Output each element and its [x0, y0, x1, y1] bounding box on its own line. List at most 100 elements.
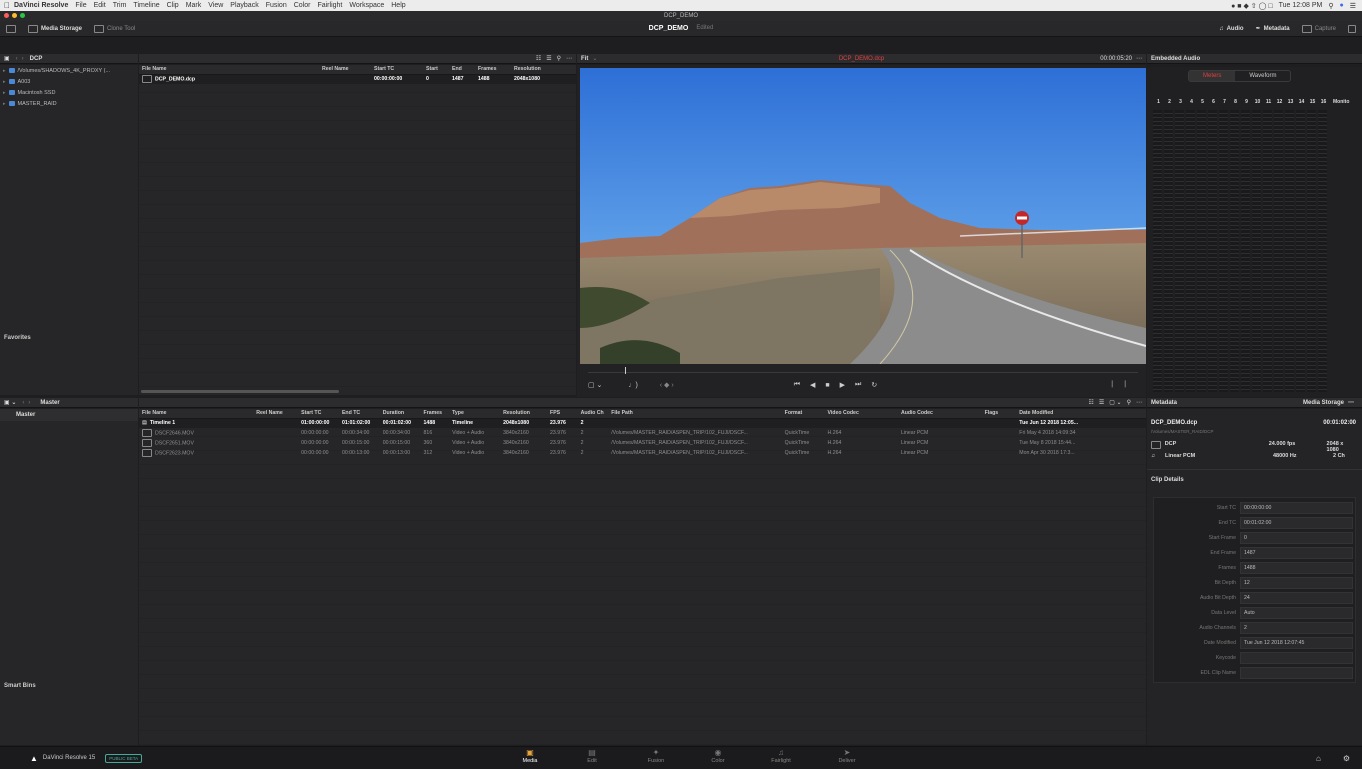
menu-edit[interactable]: Edit — [94, 2, 106, 9]
zoom-window-button[interactable] — [20, 13, 25, 18]
column-header[interactable]: File Name — [139, 65, 319, 75]
menu-playback[interactable]: Playback — [230, 2, 258, 9]
play-button[interactable]: ▶ — [840, 381, 845, 389]
detail-field[interactable] — [1240, 651, 1353, 664]
menu-trim[interactable]: Trim — [113, 2, 127, 9]
volume-item[interactable]: ▸ Macintosh SSD — [0, 87, 138, 98]
close-window-button[interactable] — [4, 13, 9, 18]
page-color-button[interactable]: ◉ Color — [698, 748, 738, 764]
zoom-dropdown[interactable]: Fit — [581, 56, 588, 62]
forward-arrow-icon[interactable]: › — [22, 56, 24, 62]
pool-clip-row[interactable]: DSCF2646.MOV 00:00:00:00 00:00:34:00 00:00… — [139, 428, 1146, 438]
detail-field[interactable] — [1240, 666, 1353, 679]
menu-fusion[interactable]: Fusion — [266, 2, 287, 9]
home-icon[interactable]: ⌂ — [1316, 754, 1321, 763]
detail-field[interactable]: 1487 — [1240, 546, 1353, 559]
pool-clip-row[interactable]: DSCF2623.MOV 00:00:00:00 00:00:13:00 00:00… — [139, 448, 1146, 458]
notification-center-icon[interactable]: ☰ — [1350, 2, 1356, 10]
thumbnail-view-icon[interactable]: ☷ — [536, 55, 541, 62]
menu-clip[interactable]: Clip — [167, 2, 179, 9]
bin-list-toggle-icon[interactable]: ▣ ⌄ — [4, 399, 16, 406]
volume-item[interactable]: ▸ A003 — [0, 76, 138, 87]
volume-icon[interactable]: ♩) — [628, 382, 637, 389]
settings-gear-icon[interactable]: ⚙ — [1343, 754, 1350, 763]
pool-clip-row[interactable]: DSCF2651.MOV 00:00:00:00 00:00:15:00 00:00… — [139, 438, 1146, 448]
tab-waveform[interactable]: Waveform — [1235, 71, 1290, 81]
detail-field[interactable]: 2 — [1240, 621, 1353, 634]
media-storage-button[interactable]: Media Storage — [22, 24, 88, 33]
page-media-button[interactable]: ▣ Media — [510, 748, 550, 764]
forward-arrow-icon[interactable]: › — [28, 400, 30, 406]
column-header[interactable]: Resolution — [511, 65, 576, 75]
detail-field[interactable]: 0 — [1240, 531, 1353, 544]
column-header[interactable]: Video Codec — [824, 409, 898, 419]
column-header[interactable]: Audio Ch — [577, 409, 609, 419]
column-header[interactable]: Reel Name — [253, 409, 299, 419]
column-header[interactable]: Date Modified — [1016, 409, 1146, 419]
column-header[interactable]: Flags — [981, 409, 1017, 419]
detail-field[interactable]: 12 — [1240, 576, 1353, 589]
column-header[interactable]: Format — [781, 409, 825, 419]
mark-out-button[interactable]: ⎸ — [1125, 381, 1132, 389]
detail-field[interactable]: Tue Jun 12 2018 12:07:45 — [1240, 636, 1353, 649]
menu-mark[interactable]: Mark — [186, 2, 202, 9]
menu-file[interactable]: File — [75, 2, 86, 9]
horizontal-scrollbar[interactable] — [141, 390, 339, 393]
play-reverse-button[interactable]: ◀ — [810, 381, 815, 389]
panel-toggle-icon[interactable] — [0, 24, 22, 33]
thumbnail-view-icon[interactable]: ☷ — [1088, 399, 1093, 406]
detail-field[interactable]: 1488 — [1240, 561, 1353, 574]
menu-clock[interactable]: Tue 12:08 PM — [1279, 2, 1323, 9]
bin-item-master[interactable]: Master — [0, 409, 138, 421]
menu-help[interactable]: Help — [391, 2, 405, 9]
detail-field[interactable]: 00:00:00:00 — [1240, 501, 1353, 514]
sidebar-toggle-icon[interactable]: ▣ — [4, 55, 10, 62]
chevron-down-icon[interactable]: ⌄ — [592, 55, 597, 62]
column-header[interactable]: FPS — [547, 409, 578, 419]
menu-view[interactable]: View — [208, 2, 223, 9]
jog-icon[interactable]: ‹ ◆ › — [660, 381, 674, 389]
menu-workspace[interactable]: Workspace — [349, 2, 384, 9]
list-view-icon[interactable]: ☰ — [1099, 399, 1104, 406]
menu-app-name[interactable]: DaVinci Resolve — [14, 2, 68, 9]
metadata-panel-button[interactable]: ✒ Metadata — [1250, 25, 1296, 33]
column-header[interactable]: Resolution — [500, 409, 548, 419]
column-header[interactable]: File Path — [608, 409, 782, 419]
viewer-frame[interactable] — [580, 68, 1146, 364]
page-deliver-button[interactable]: ➤ Deliver — [827, 748, 867, 764]
column-header[interactable]: Frames — [420, 409, 450, 419]
column-header[interactable]: Start — [423, 65, 449, 75]
column-header[interactable]: Type — [449, 409, 501, 419]
viewer-scrubber[interactable] — [588, 372, 1138, 373]
detail-field[interactable]: 00:01:02:00 — [1240, 516, 1353, 529]
detail-field[interactable]: 24 — [1240, 591, 1353, 604]
menu-color[interactable]: Color — [294, 2, 311, 9]
viewer-options-icon[interactable]: ⋯ — [1136, 55, 1142, 62]
metadata-options-icon[interactable]: ⋯ — [1348, 399, 1354, 406]
back-arrow-icon[interactable]: ‹ — [16, 56, 18, 62]
viewer-mode-icon[interactable]: ▢ ⌄ — [588, 381, 602, 389]
page-fusion-button[interactable]: ✦ Fusion — [636, 748, 676, 764]
more-options-icon[interactable]: ⋯ — [566, 55, 572, 62]
detail-field[interactable]: Auto — [1240, 606, 1353, 619]
column-header[interactable]: End TC — [338, 409, 380, 419]
stop-button[interactable]: ■ — [825, 382, 829, 389]
clone-tool-button[interactable]: Clone Tool — [88, 24, 141, 33]
mark-in-button[interactable]: ⎸ — [1112, 381, 1119, 389]
sort-icon[interactable]: ▢ ⌄ — [1109, 399, 1121, 406]
siri-icon[interactable]: ● — [1339, 2, 1343, 9]
viewer-playhead[interactable] — [625, 367, 626, 374]
column-header[interactable]: Start TC — [298, 409, 339, 419]
spotlight-icon[interactable]: ⚲ — [1328, 2, 1333, 10]
go-to-start-button[interactable]: ⏮ — [794, 381, 800, 389]
pool-clip-row[interactable]: ▤ Timeline 1 01:00:00:00 01:01:02:00 00:01:… — [139, 418, 1146, 428]
search-icon[interactable]: ⚲ — [1127, 399, 1131, 406]
audio-panel-button[interactable]: ♫ Audio — [1213, 26, 1250, 32]
page-edit-button[interactable]: ▤ Edit — [572, 748, 612, 764]
volume-item[interactable]: ▸ MASTER_RAID — [0, 98, 138, 109]
list-view-icon[interactable]: ☰ — [546, 55, 551, 62]
storage-file-row[interactable]: DCP_DEMO.dcp 00:00:00:00 0 1487 1488 204… — [139, 74, 576, 84]
expand-panel-icon[interactable] — [1342, 24, 1362, 33]
metadata-mode-dropdown[interactable]: Media Storage — [1303, 400, 1344, 406]
volume-item[interactable]: ▸/Volumes/SHADOWS_4K_PROXY (... — [0, 65, 138, 76]
